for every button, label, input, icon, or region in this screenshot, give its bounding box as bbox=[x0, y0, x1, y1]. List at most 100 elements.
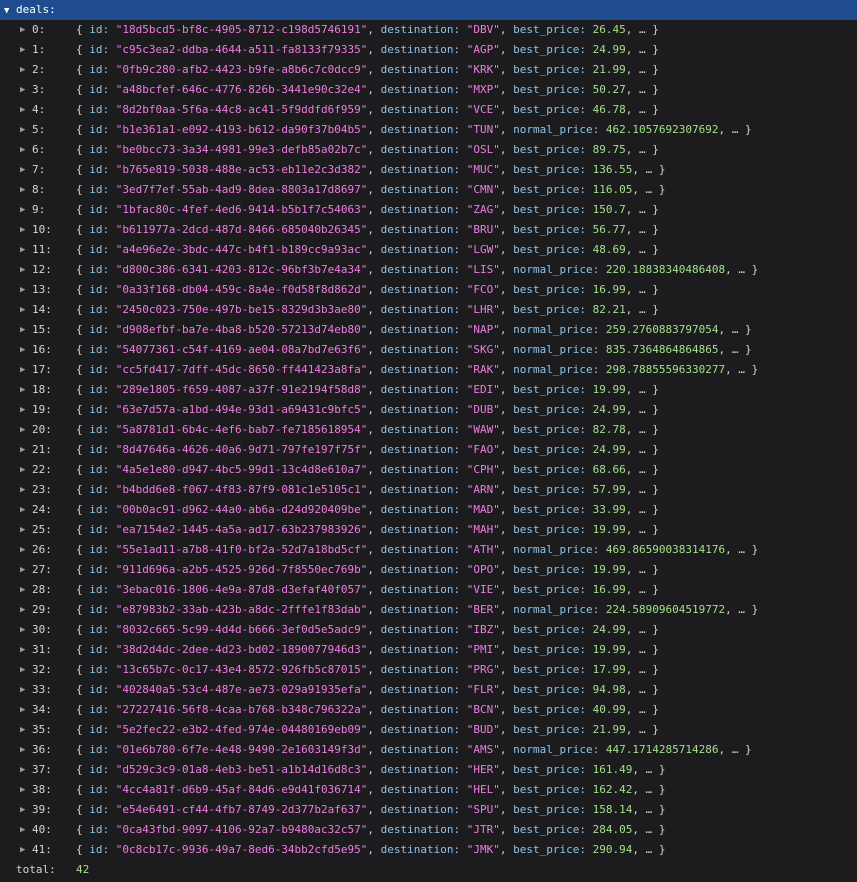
deal-row[interactable]: ▶ 34: { id: "27227416-56f8-4caa-b768-b348c… bbox=[0, 700, 857, 720]
chevron-right-icon[interactable]: ▶ bbox=[20, 240, 25, 260]
chevron-right-icon[interactable]: ▶ bbox=[20, 600, 25, 620]
chevron-right-icon[interactable]: ▶ bbox=[20, 180, 25, 200]
destination-key: destination: bbox=[380, 203, 461, 216]
chevron-right-icon[interactable]: ▶ bbox=[20, 640, 25, 660]
deal-row[interactable]: ▶ 20: { id: "5a8781d1-6b4c-4ef6-bab7-fe718… bbox=[0, 420, 857, 440]
deal-row[interactable]: ▶ 16: { id: "54077361-c54f-4169-ae04-08a7b… bbox=[0, 340, 857, 360]
deal-row[interactable]: ▶ 38: { id: "4cc4a81f-d6b9-45af-84d6-e9d41… bbox=[0, 780, 857, 800]
deal-row[interactable]: ▶ 24: { id: "00b0ac91-d962-44a0-ab6a-d24d9… bbox=[0, 500, 857, 520]
id-value: "a4e96e2e-3bdc-447c-b4f1-b189cc9a93ac" bbox=[115, 243, 368, 256]
deal-row[interactable]: ▶ 17: { id: "cc5fd417-7dff-45dc-8650-ff441… bbox=[0, 360, 857, 380]
chevron-right-icon[interactable]: ▶ bbox=[20, 720, 25, 740]
chevron-right-icon[interactable]: ▶ bbox=[20, 440, 25, 460]
chevron-right-icon[interactable]: ▶ bbox=[20, 20, 25, 40]
destination-key: destination: bbox=[380, 343, 461, 356]
chevron-right-icon[interactable]: ▶ bbox=[20, 40, 25, 60]
deal-row[interactable]: ▶ 32: { id: "13c65b7c-0c17-43e4-8572-926fb… bbox=[0, 660, 857, 680]
deal-row[interactable]: ▶ 33: { id: "402840a5-53c4-487e-ae73-029a9… bbox=[0, 680, 857, 700]
chevron-right-icon[interactable]: ▶ bbox=[20, 460, 25, 480]
deal-row[interactable]: ▶ 14: { id: "2450c023-750e-497b-be15-8329d… bbox=[0, 300, 857, 320]
chevron-right-icon[interactable]: ▶ bbox=[20, 200, 25, 220]
deal-row[interactable]: ▶ 12: { id: "d800c386-6341-4203-812c-96bf3… bbox=[0, 260, 857, 280]
deal-row[interactable]: ▶ 36: { id: "01e6b780-6f7e-4e48-9490-2e160… bbox=[0, 740, 857, 760]
deal-row[interactable]: ▶ 39: { id: "e54e6491-cf44-4fb7-8749-2d377… bbox=[0, 800, 857, 820]
deal-row[interactable]: ▶ 3: { id: "a48bcfef-646c-4776-826b-3441e9… bbox=[0, 80, 857, 100]
chevron-right-icon[interactable]: ▶ bbox=[20, 520, 25, 540]
deals-header[interactable]: ▼ deals: bbox=[0, 0, 857, 20]
price-key: best_price: bbox=[513, 843, 587, 856]
deal-row[interactable]: ▶ 28: { id: "3ebac016-1806-4e9a-87d8-d3efa… bbox=[0, 580, 857, 600]
chevron-right-icon[interactable]: ▶ bbox=[20, 820, 25, 840]
deal-row[interactable]: ▶ 6: { id: "be0bcc73-3a34-4981-99e3-defb85… bbox=[0, 140, 857, 160]
destination-key: destination: bbox=[380, 43, 461, 56]
deal-row[interactable]: ▶ 11: { id: "a4e96e2e-3bdc-447c-b4f1-b189c… bbox=[0, 240, 857, 260]
chevron-right-icon[interactable]: ▶ bbox=[20, 160, 25, 180]
price-value: 50.27 bbox=[592, 83, 626, 96]
chevron-right-icon[interactable]: ▶ bbox=[20, 700, 25, 720]
chevron-right-icon[interactable]: ▶ bbox=[20, 380, 25, 400]
chevron-right-icon[interactable]: ▶ bbox=[20, 260, 25, 280]
deal-row[interactable]: ▶ 31: { id: "38d2d4dc-2dee-4d23-bd02-18900… bbox=[0, 640, 857, 660]
deal-row[interactable]: ▶ 25: { id: "ea7154e2-1445-4a5a-ad17-63b23… bbox=[0, 520, 857, 540]
deal-row[interactable]: ▶ 8: { id: "3ed7f7ef-55ab-4ad9-8dea-8803a1… bbox=[0, 180, 857, 200]
destination-value: "ATH" bbox=[466, 543, 500, 556]
chevron-right-icon[interactable]: ▶ bbox=[20, 400, 25, 420]
chevron-right-icon[interactable]: ▶ bbox=[20, 360, 25, 380]
chevron-right-icon[interactable]: ▶ bbox=[20, 300, 25, 320]
id-value: "be0bcc73-3a34-4981-99e3-defb85a02b7c" bbox=[115, 143, 368, 156]
deal-row[interactable]: ▶ 13: { id: "0a33f168-db04-459c-8a4e-f0d58… bbox=[0, 280, 857, 300]
deal-row[interactable]: ▶ 2: { id: "0fb9c280-afb2-4423-b9fe-a8b6c7… bbox=[0, 60, 857, 80]
deal-row[interactable]: ▶ 41: { id: "0c8cb17c-9936-49a7-8ed6-34bb2… bbox=[0, 840, 857, 860]
chevron-right-icon[interactable]: ▶ bbox=[20, 80, 25, 100]
chevron-right-icon[interactable]: ▶ bbox=[20, 280, 25, 300]
deal-row[interactable]: ▶ 19: { id: "63e7d57a-a1bd-494e-93d1-a6943… bbox=[0, 400, 857, 420]
chevron-right-icon[interactable]: ▶ bbox=[20, 780, 25, 800]
deal-row[interactable]: ▶ 4: { id: "8d2bf0aa-5f6a-44c8-ac41-5f9ddf… bbox=[0, 100, 857, 120]
chevron-right-icon[interactable]: ▶ bbox=[20, 840, 25, 860]
chevron-right-icon[interactable]: ▶ bbox=[20, 320, 25, 340]
deal-row[interactable]: ▶ 37: { id: "d529c3c9-01a8-4eb3-be51-a1b14… bbox=[0, 760, 857, 780]
deal-row[interactable]: ▶ 9: { id: "1bfac80c-4fef-4ed6-9414-b5b1f7… bbox=[0, 200, 857, 220]
deal-row[interactable]: ▶ 10: { id: "b611977a-2dcd-487d-8466-68504… bbox=[0, 220, 857, 240]
chevron-right-icon[interactable]: ▶ bbox=[20, 560, 25, 580]
chevron-down-icon[interactable]: ▼ bbox=[4, 1, 12, 21]
chevron-right-icon[interactable]: ▶ bbox=[20, 800, 25, 820]
chevron-right-icon[interactable]: ▶ bbox=[20, 500, 25, 520]
deal-row[interactable]: ▶ 40: { id: "0ca43fbd-9097-4106-92a7-b9480… bbox=[0, 820, 857, 840]
deal-row[interactable]: ▶ 0: { id: "18d5bcd5-bf8c-4905-8712-c198d5… bbox=[0, 20, 857, 40]
deal-row[interactable]: ▶ 1: { id: "c95c3ea2-ddba-4644-a511-fa8133… bbox=[0, 40, 857, 60]
chevron-right-icon[interactable]: ▶ bbox=[20, 660, 25, 680]
chevron-right-icon[interactable]: ▶ bbox=[20, 480, 25, 500]
chevron-right-icon[interactable]: ▶ bbox=[20, 740, 25, 760]
deal-row[interactable]: ▶ 23: { id: "b4bdd6e8-f067-4f83-87f9-081c1… bbox=[0, 480, 857, 500]
row-index: 36: bbox=[32, 743, 52, 756]
chevron-right-icon[interactable]: ▶ bbox=[20, 580, 25, 600]
price-value: 89.75 bbox=[592, 143, 626, 156]
destination-value: "JTR" bbox=[466, 823, 500, 836]
chevron-right-icon[interactable]: ▶ bbox=[20, 60, 25, 80]
chevron-right-icon[interactable]: ▶ bbox=[20, 540, 25, 560]
deal-row[interactable]: ▶ 22: { id: "4a5e1e80-d947-4bc5-99d1-13c4d… bbox=[0, 460, 857, 480]
chevron-right-icon[interactable]: ▶ bbox=[20, 120, 25, 140]
chevron-right-icon[interactable]: ▶ bbox=[20, 420, 25, 440]
chevron-right-icon[interactable]: ▶ bbox=[20, 760, 25, 780]
deal-row[interactable]: ▶ 21: { id: "8d47646a-4626-40a6-9d71-797fe… bbox=[0, 440, 857, 460]
deal-row[interactable]: ▶ 30: { id: "8032c665-5c99-4d4d-b666-3ef0d… bbox=[0, 620, 857, 640]
price-key: normal_price: bbox=[513, 123, 600, 136]
deal-row[interactable]: ▶ 5: { id: "b1e361a1-e092-4193-b612-da90f3… bbox=[0, 120, 857, 140]
deal-row[interactable]: ▶ 29: { id: "e87983b2-33ab-423b-a8dc-2fffe… bbox=[0, 600, 857, 620]
chevron-right-icon[interactable]: ▶ bbox=[20, 620, 25, 640]
deal-row[interactable]: ▶ 27: { id: "911d696a-a2b5-4525-926d-7f855… bbox=[0, 560, 857, 580]
deal-row[interactable]: ▶ 18: { id: "289e1805-f659-4087-a37f-91e21… bbox=[0, 380, 857, 400]
chevron-right-icon[interactable]: ▶ bbox=[20, 100, 25, 120]
deals-list: ▶ 0: { id: "18d5bcd5-bf8c-4905-8712-c198d5… bbox=[0, 20, 857, 860]
deal-row[interactable]: ▶ 26: { id: "55e1ad11-a7b8-41f0-bf2a-52d7a… bbox=[0, 540, 857, 560]
deal-row[interactable]: ▶ 15: { id: "d908efbf-ba7e-4ba8-b520-57213… bbox=[0, 320, 857, 340]
price-key: best_price: bbox=[513, 83, 587, 96]
chevron-right-icon[interactable]: ▶ bbox=[20, 140, 25, 160]
deal-row[interactable]: ▶ 7: { id: "b765e819-5038-488e-ac53-eb11e2… bbox=[0, 160, 857, 180]
deal-row[interactable]: ▶ 35: { id: "5e2fec22-e3b2-4fed-974e-04480… bbox=[0, 720, 857, 740]
chevron-right-icon[interactable]: ▶ bbox=[20, 680, 25, 700]
chevron-right-icon[interactable]: ▶ bbox=[20, 340, 25, 360]
chevron-right-icon[interactable]: ▶ bbox=[20, 220, 25, 240]
